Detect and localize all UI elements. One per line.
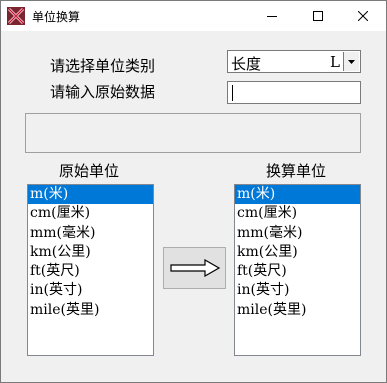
input-label: 请输入原始数据 [50,83,156,101]
convert-button[interactable] [163,247,226,289]
result-display [25,113,361,153]
maximize-icon [313,11,323,21]
chevron-down-icon [348,59,355,64]
text-caret [232,85,233,101]
source-unit-item[interactable]: mm(毫米) [28,224,153,243]
target-unit-item[interactable]: mm(毫米) [235,224,360,243]
category-selected-value: 长度 [231,55,262,73]
window-title: 单位换算 [32,10,81,24]
close-button[interactable] [340,1,386,31]
app-icon [7,7,25,25]
dropdown-arrow-button[interactable] [343,52,359,71]
target-unit-item[interactable]: in(英寸) [235,281,360,300]
source-unit-list[interactable]: m(米) cm(厘米) mm(毫米) km(公里) ft(英尺) in(英寸) … [27,184,154,356]
target-unit-item[interactable]: m(米) [235,185,360,205]
target-unit-item[interactable]: mile(英里) [235,301,360,320]
source-unit-item[interactable]: in(英寸) [28,281,153,300]
arrow-right-icon [169,259,220,277]
category-shortcut: L [330,53,340,71]
title-bar[interactable]: 单位换算 [1,1,386,31]
original-value-input[interactable] [227,81,361,104]
source-unit-item[interactable]: m(米) [28,185,153,205]
target-unit-item[interactable]: km(公里) [235,243,360,262]
category-label: 请选择单位类别 [50,57,156,75]
target-unit-list[interactable]: m(米) cm(厘米) mm(毫米) km(公里) ft(英尺) in(英寸) … [234,184,361,356]
target-unit-item[interactable]: ft(英尺) [235,262,360,281]
minimize-icon [267,16,277,17]
source-unit-title: 原始单位 [59,162,120,180]
minimize-button[interactable] [249,1,295,31]
target-unit-title: 换算单位 [266,162,327,180]
source-unit-item[interactable]: mile(英里) [28,301,153,320]
maximize-button[interactable] [295,1,341,31]
source-unit-item[interactable]: cm(厘米) [28,204,153,223]
source-unit-item[interactable]: km(公里) [28,243,153,262]
source-unit-item[interactable]: ft(英尺) [28,262,153,281]
close-icon [358,11,368,21]
app-window: 单位换算 请选择单位类别 请输入原始数据 长度 L 原始单位 换算单位 m(米)… [0,0,387,383]
target-unit-item[interactable]: cm(厘米) [235,204,360,223]
category-dropdown[interactable]: 长度 L [227,50,361,73]
